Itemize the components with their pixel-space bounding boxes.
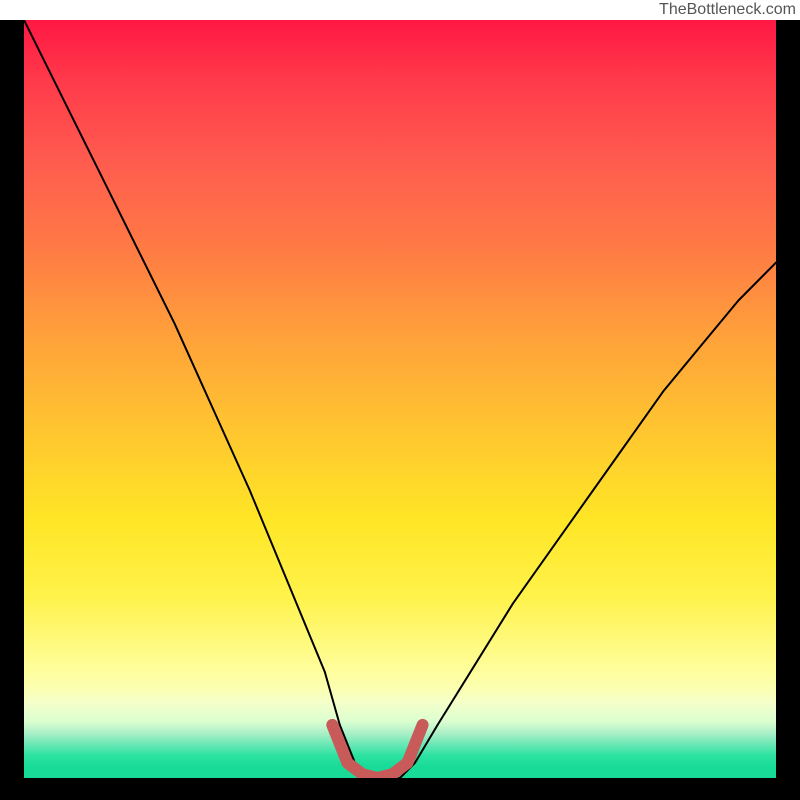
watermark-text: TheBottleneck.com	[659, 1, 796, 19]
bottleneck-chart	[24, 20, 776, 778]
bottleneck-curve	[24, 20, 776, 778]
frame-left	[0, 20, 24, 800]
chart-svg	[24, 20, 776, 778]
frame-right	[776, 20, 800, 800]
frame-bottom	[0, 778, 800, 800]
